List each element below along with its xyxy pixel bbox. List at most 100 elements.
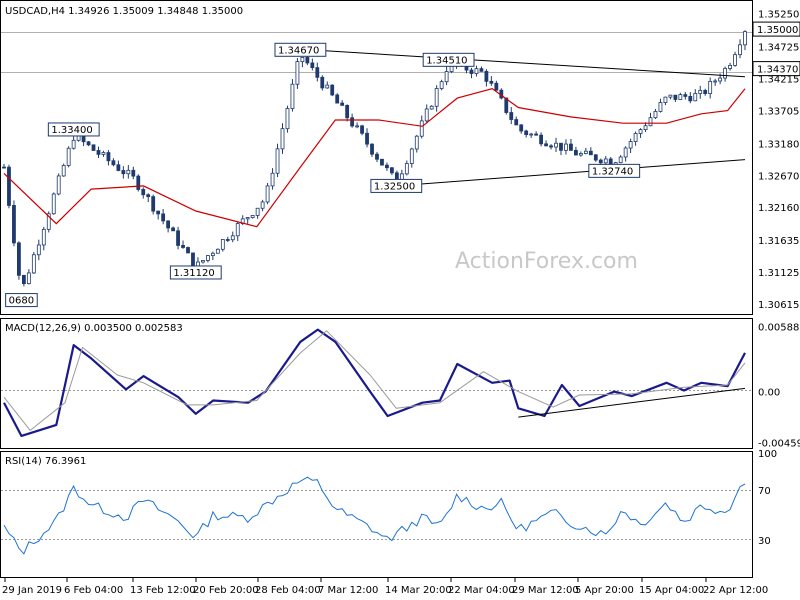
candle-body bbox=[663, 96, 668, 103]
candle-body bbox=[245, 217, 250, 220]
x-tick-label: 29 Mar 12:00 bbox=[512, 585, 579, 596]
candle-body bbox=[335, 94, 340, 104]
price-candles bbox=[2, 30, 747, 287]
candle-body bbox=[285, 108, 290, 130]
candle-body bbox=[618, 156, 623, 164]
price-y-tick: 1.31635 bbox=[758, 236, 799, 247]
moving-average-line bbox=[3, 88, 746, 228]
candle-body bbox=[151, 196, 156, 212]
candle-body bbox=[708, 81, 713, 94]
candle-body bbox=[444, 71, 449, 83]
candle-body bbox=[156, 210, 161, 215]
price-trendline bbox=[396, 159, 746, 187]
price-panel-title: USDCAD,H4 1.34926 1.35009 1.34848 1.3500… bbox=[5, 6, 243, 17]
candle-body bbox=[514, 119, 519, 126]
candle-body bbox=[350, 117, 355, 127]
candle-body bbox=[345, 104, 350, 119]
candle-body bbox=[424, 108, 429, 122]
annotation-label: 1.34510 bbox=[426, 55, 467, 66]
candle-body bbox=[648, 117, 653, 127]
candle-body bbox=[603, 158, 608, 164]
annotation-label: 1.33400 bbox=[51, 125, 92, 136]
candle-body bbox=[146, 194, 151, 198]
price-marker-label: 1.34370 bbox=[757, 65, 798, 76]
candle-body bbox=[7, 166, 11, 206]
candle-body bbox=[71, 139, 76, 149]
candle-body bbox=[404, 163, 409, 175]
macd-group bbox=[3, 328, 746, 437]
candle-body bbox=[529, 133, 534, 136]
candle-body bbox=[230, 235, 235, 241]
candle-body bbox=[265, 185, 270, 203]
candle-body bbox=[36, 244, 41, 256]
candle-body bbox=[66, 147, 71, 166]
candle-body bbox=[385, 164, 389, 169]
candle-body bbox=[126, 169, 131, 175]
candle-body bbox=[41, 228, 46, 246]
candle-body bbox=[305, 57, 310, 64]
candle-body bbox=[409, 148, 414, 164]
candle-body bbox=[638, 129, 643, 134]
candle-body bbox=[225, 239, 230, 241]
candle-body bbox=[365, 132, 369, 145]
candle-body bbox=[429, 105, 434, 110]
candle-body bbox=[509, 112, 514, 120]
rsi-y-tick: 30 bbox=[758, 536, 771, 547]
candle-body bbox=[375, 153, 379, 160]
rsi-group bbox=[3, 476, 746, 555]
candle-body bbox=[31, 254, 36, 274]
price-y-tick: 1.30615 bbox=[758, 300, 799, 311]
candle-body bbox=[111, 160, 116, 166]
candle-body bbox=[250, 214, 255, 218]
x-tick-label: 5 Apr 20:00 bbox=[575, 585, 634, 596]
candle-body bbox=[554, 142, 558, 148]
candle-body bbox=[539, 134, 544, 145]
candle-body bbox=[12, 205, 16, 244]
candle-body bbox=[315, 67, 320, 78]
candle-body bbox=[628, 141, 633, 149]
candle-body bbox=[121, 170, 126, 175]
candle-body bbox=[96, 150, 101, 155]
candle-body bbox=[390, 167, 394, 174]
candle-body bbox=[210, 252, 215, 256]
price-y-tick: 1.32670 bbox=[758, 171, 799, 182]
annotation-label: 1.31120 bbox=[173, 268, 214, 279]
candle-body bbox=[643, 125, 648, 131]
watermark: ActionForex.com bbox=[455, 249, 638, 274]
x-tick-label: 13 Feb 12:00 bbox=[130, 585, 196, 596]
candle-body bbox=[718, 77, 723, 82]
candle-body bbox=[56, 175, 61, 195]
candle-body bbox=[474, 68, 479, 74]
price-y-tick: 1.34725 bbox=[758, 42, 799, 53]
candle-body bbox=[564, 143, 568, 151]
candle-body bbox=[215, 248, 220, 254]
candle-body bbox=[578, 153, 583, 156]
rsi-y-tick: 100 bbox=[758, 449, 777, 460]
x-tick-label: 14 Mar 20:00 bbox=[385, 585, 452, 596]
annotation-label: 0680 bbox=[9, 296, 34, 307]
candle-body bbox=[583, 150, 588, 154]
candle-body bbox=[270, 172, 275, 187]
trendlines-group bbox=[309, 49, 746, 187]
candle-body bbox=[574, 149, 578, 156]
candle-body bbox=[414, 135, 419, 150]
candle-body bbox=[360, 125, 364, 134]
candle-body bbox=[171, 227, 175, 232]
candle-body bbox=[738, 44, 742, 56]
candle-body bbox=[51, 193, 56, 215]
candle-body bbox=[489, 80, 494, 84]
macd-y-tick: 0.00 bbox=[758, 388, 780, 399]
candle-body bbox=[469, 69, 474, 74]
candle-body bbox=[310, 62, 315, 69]
candle-body bbox=[598, 159, 603, 164]
price-y-tick: 1.31125 bbox=[758, 268, 799, 279]
candle-body bbox=[300, 57, 305, 63]
candle-body bbox=[703, 89, 708, 94]
y-axis-labels: 1.352501.347251.342151.337051.331801.326… bbox=[752, 9, 800, 547]
candle-body bbox=[280, 128, 285, 150]
macd-panel-title: MACD(12,26,9) 0.003500 0.002583 bbox=[5, 323, 183, 334]
candle-body bbox=[534, 133, 539, 136]
candle-body bbox=[743, 31, 747, 46]
price-y-tick: 1.33705 bbox=[758, 106, 799, 117]
candle-body bbox=[593, 154, 598, 161]
